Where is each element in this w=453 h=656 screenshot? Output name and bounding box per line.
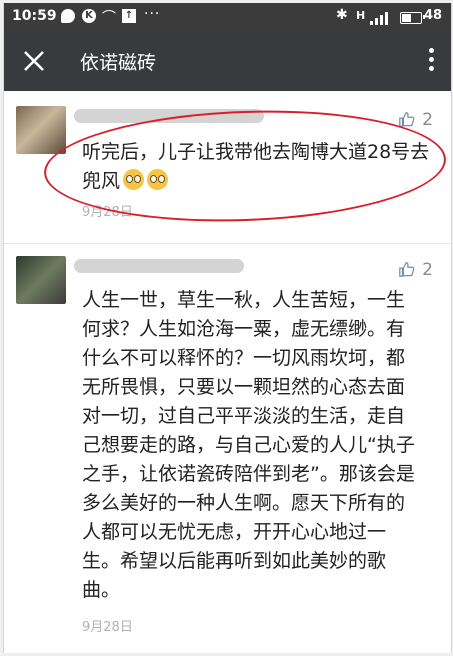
username-blurred bbox=[74, 109, 264, 123]
upload-icon: ↑ bbox=[122, 9, 136, 23]
comment-text: 人生一世，草生一秋，人生苦短，一生 何求？人生如沧海一粟，虚无缥缈。有 什么不可… bbox=[82, 286, 432, 605]
emoji-icon bbox=[147, 169, 169, 190]
avatar[interactable] bbox=[16, 106, 66, 154]
comment-line: 无所畏惧，只要以一颗坦然的心态去面 bbox=[82, 376, 406, 398]
divider bbox=[4, 243, 451, 244]
title-bar: 依诺磁砖 bbox=[4, 31, 451, 91]
thumbs-up-icon bbox=[399, 262, 415, 277]
comment-line: 人生一世，草生一秋，人生苦短，一生 bbox=[82, 289, 406, 311]
more-menu-button[interactable] bbox=[423, 45, 439, 77]
comment-line: 生。希望以后能再听到如此美妙的歌 bbox=[82, 550, 387, 572]
comment-line: 己想要走的路，与自己心爱的人儿“执子 bbox=[82, 434, 415, 456]
k-app-icon: K bbox=[82, 9, 96, 23]
more-icon: ··· bbox=[144, 6, 161, 22]
close-icon bbox=[24, 51, 44, 71]
phone-frame: 10:59 K ⌒ ↑ ··· ✱ H 48 依诺磁砖 2 听完后，儿子让我带他… bbox=[3, 3, 452, 653]
bluetooth-icon: ✱ bbox=[336, 7, 348, 23]
battery-icon bbox=[400, 12, 425, 24]
battery-percent: 48 bbox=[424, 8, 443, 23]
comment-line: 之手，让依诺瓷砖陪伴到老”。那该会是 bbox=[82, 463, 415, 485]
comment-line: 多么美好的一种人生啊。愿天下所有的 bbox=[82, 492, 406, 514]
like-button[interactable]: 2 bbox=[398, 110, 433, 130]
network-icon: H bbox=[356, 9, 366, 22]
username-blurred bbox=[74, 259, 244, 273]
status-time: 10:59 bbox=[12, 8, 57, 24]
signal-bars-icon bbox=[370, 11, 390, 25]
avatar[interactable] bbox=[16, 256, 66, 304]
signal-hook-icon: ⌒ bbox=[102, 10, 116, 26]
like-button[interactable]: 2 bbox=[398, 260, 433, 280]
comment-date: 9月28日 bbox=[82, 620, 133, 635]
more-vertical-icon bbox=[428, 48, 434, 53]
status-bar: 10:59 K ⌒ ↑ ··· ✱ H 48 bbox=[4, 3, 451, 31]
comment-text: 听完后，儿子让我带他去陶博大道28号去兜风 bbox=[82, 141, 430, 192]
comment-line: 人都可以无忧无虑，开开心心地过一 bbox=[82, 521, 387, 543]
comment-line: 什么不可以释怀的？一切风雨坎坷，都 bbox=[82, 347, 406, 369]
close-button[interactable] bbox=[18, 45, 50, 77]
comment-line: 曲。 bbox=[82, 579, 121, 601]
comment-line: 对一切，过自己平平淡淡的生活，走自 bbox=[82, 405, 406, 427]
like-count: 2 bbox=[422, 260, 433, 280]
comment-line: 何求？人生如沧海一粟，虚无缥缈。有 bbox=[82, 318, 406, 340]
page-title: 依诺磁砖 bbox=[80, 52, 157, 74]
emoji-icon bbox=[123, 169, 145, 190]
message-icon bbox=[61, 9, 75, 23]
comment-date: 9月28日 bbox=[82, 205, 133, 220]
thumbs-up-icon bbox=[399, 112, 415, 127]
like-count: 2 bbox=[422, 110, 433, 130]
